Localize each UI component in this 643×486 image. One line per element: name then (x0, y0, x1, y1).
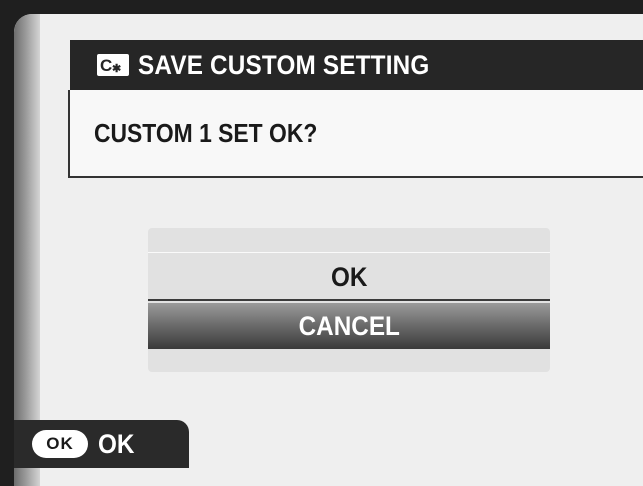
button-hint: OK OK (14, 420, 189, 468)
ok-option-label: OK (330, 261, 368, 292)
custom-setting-icon: C ✱ (96, 53, 130, 77)
svg-text:✱: ✱ (112, 63, 121, 75)
dialog-message: CUSTOM 1 SET OK? (94, 117, 318, 148)
ok-button-icon: OK (32, 430, 88, 458)
cancel-option-label: CANCEL (298, 310, 400, 341)
cancel-option[interactable]: CANCEL (148, 303, 550, 349)
dialog-title-bar: C ✱ SAVE CUSTOM SETTING (70, 40, 643, 90)
screen-bevel (14, 14, 40, 486)
dialog-message-box: CUSTOM 1 SET OK? (68, 90, 643, 178)
screen-bottom-area (189, 468, 643, 486)
dialog-title: SAVE CUSTOM SETTING (138, 49, 430, 80)
ok-option[interactable]: OK (148, 255, 550, 301)
menu-divider (148, 252, 550, 253)
svg-text:C: C (100, 56, 112, 75)
hint-label: OK (98, 428, 135, 459)
